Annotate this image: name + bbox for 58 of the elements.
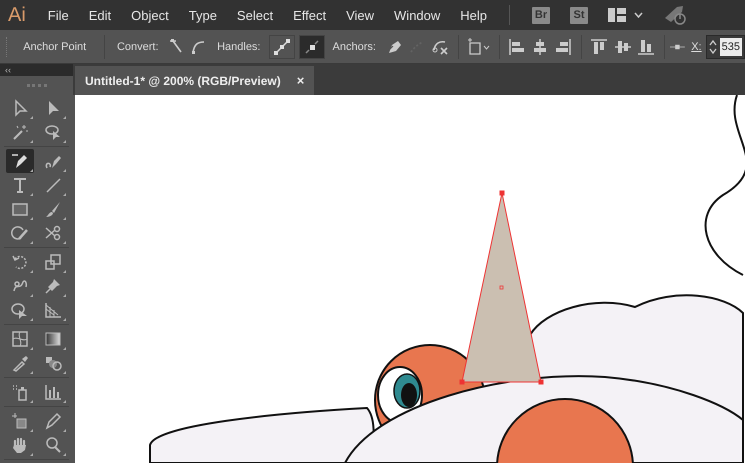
workspace-layout-icon	[608, 8, 626, 22]
perspective-icon	[44, 301, 62, 319]
lasso-icon	[44, 123, 62, 141]
menu-item[interactable]: Edit	[78, 8, 122, 22]
document-tab[interactable]: Untitled-1* @ 200% (RGB/Preview) ×	[75, 66, 314, 95]
hand-icon	[11, 436, 29, 454]
align-bottom-icon	[637, 38, 656, 56]
artboard-icon	[11, 412, 29, 430]
show-handles-button[interactable]	[268, 34, 294, 58]
shaper-icon	[11, 224, 29, 242]
stock-button[interactable]: St	[570, 6, 588, 24]
graph-icon	[44, 383, 62, 401]
mesh-icon	[11, 330, 29, 348]
blend-icon	[44, 354, 62, 372]
transform-icon	[466, 38, 490, 56]
x-field[interactable]: 535	[706, 34, 745, 58]
tool-name: Anchor Point	[23, 40, 86, 52]
caret-icon	[634, 12, 644, 18]
convert-label: Convert:	[116, 40, 159, 52]
align-top-icon	[590, 38, 608, 56]
eyedropper-icon	[11, 354, 29, 372]
shape-builder-icon	[11, 301, 29, 319]
rocket-icon	[663, 4, 688, 26]
anchors-label: Anchors:	[332, 40, 376, 52]
type-icon	[11, 176, 29, 194]
zoom-icon	[44, 436, 62, 454]
collapse-button[interactable]: ‹‹	[5, 65, 11, 75]
symbol-sprayer-icon	[11, 383, 29, 401]
line-icon	[44, 176, 62, 194]
pen-icon	[11, 152, 29, 170]
align-right-icon	[554, 38, 572, 56]
hide-handles-button[interactable]	[298, 34, 324, 58]
pen-tool[interactable]	[6, 149, 34, 173]
knife-icon	[44, 412, 62, 430]
scale-icon	[44, 253, 62, 271]
gradient-icon	[44, 330, 62, 348]
close-tab-button[interactable]: ×	[296, 73, 304, 88]
scissors-icon	[44, 224, 62, 242]
pin-icon	[44, 277, 62, 295]
handles-icon	[302, 38, 320, 56]
menu-item[interactable]: Select	[226, 8, 284, 22]
menu-item[interactable]: Help	[450, 8, 498, 22]
handles-label: Handles:	[217, 40, 260, 52]
magic-wand-icon	[11, 123, 29, 141]
align-left-icon	[508, 38, 526, 56]
menu-item[interactable]: Window	[384, 8, 450, 22]
x-label: X:	[691, 40, 702, 52]
stepper-icon	[708, 38, 717, 54]
menu-item[interactable]: View	[336, 8, 384, 22]
menu-item[interactable]: Type	[178, 8, 227, 22]
menu-item[interactable]: File	[38, 8, 79, 22]
menu-item[interactable]: Object	[121, 8, 179, 22]
menu-item[interactable]: Effect	[283, 8, 336, 22]
rotate-icon	[11, 253, 29, 271]
handles-icon	[272, 38, 290, 56]
app-logo: Ai	[7, 4, 27, 26]
paintbrush-icon	[44, 200, 62, 218]
bridge-button[interactable]: Br	[532, 6, 550, 24]
